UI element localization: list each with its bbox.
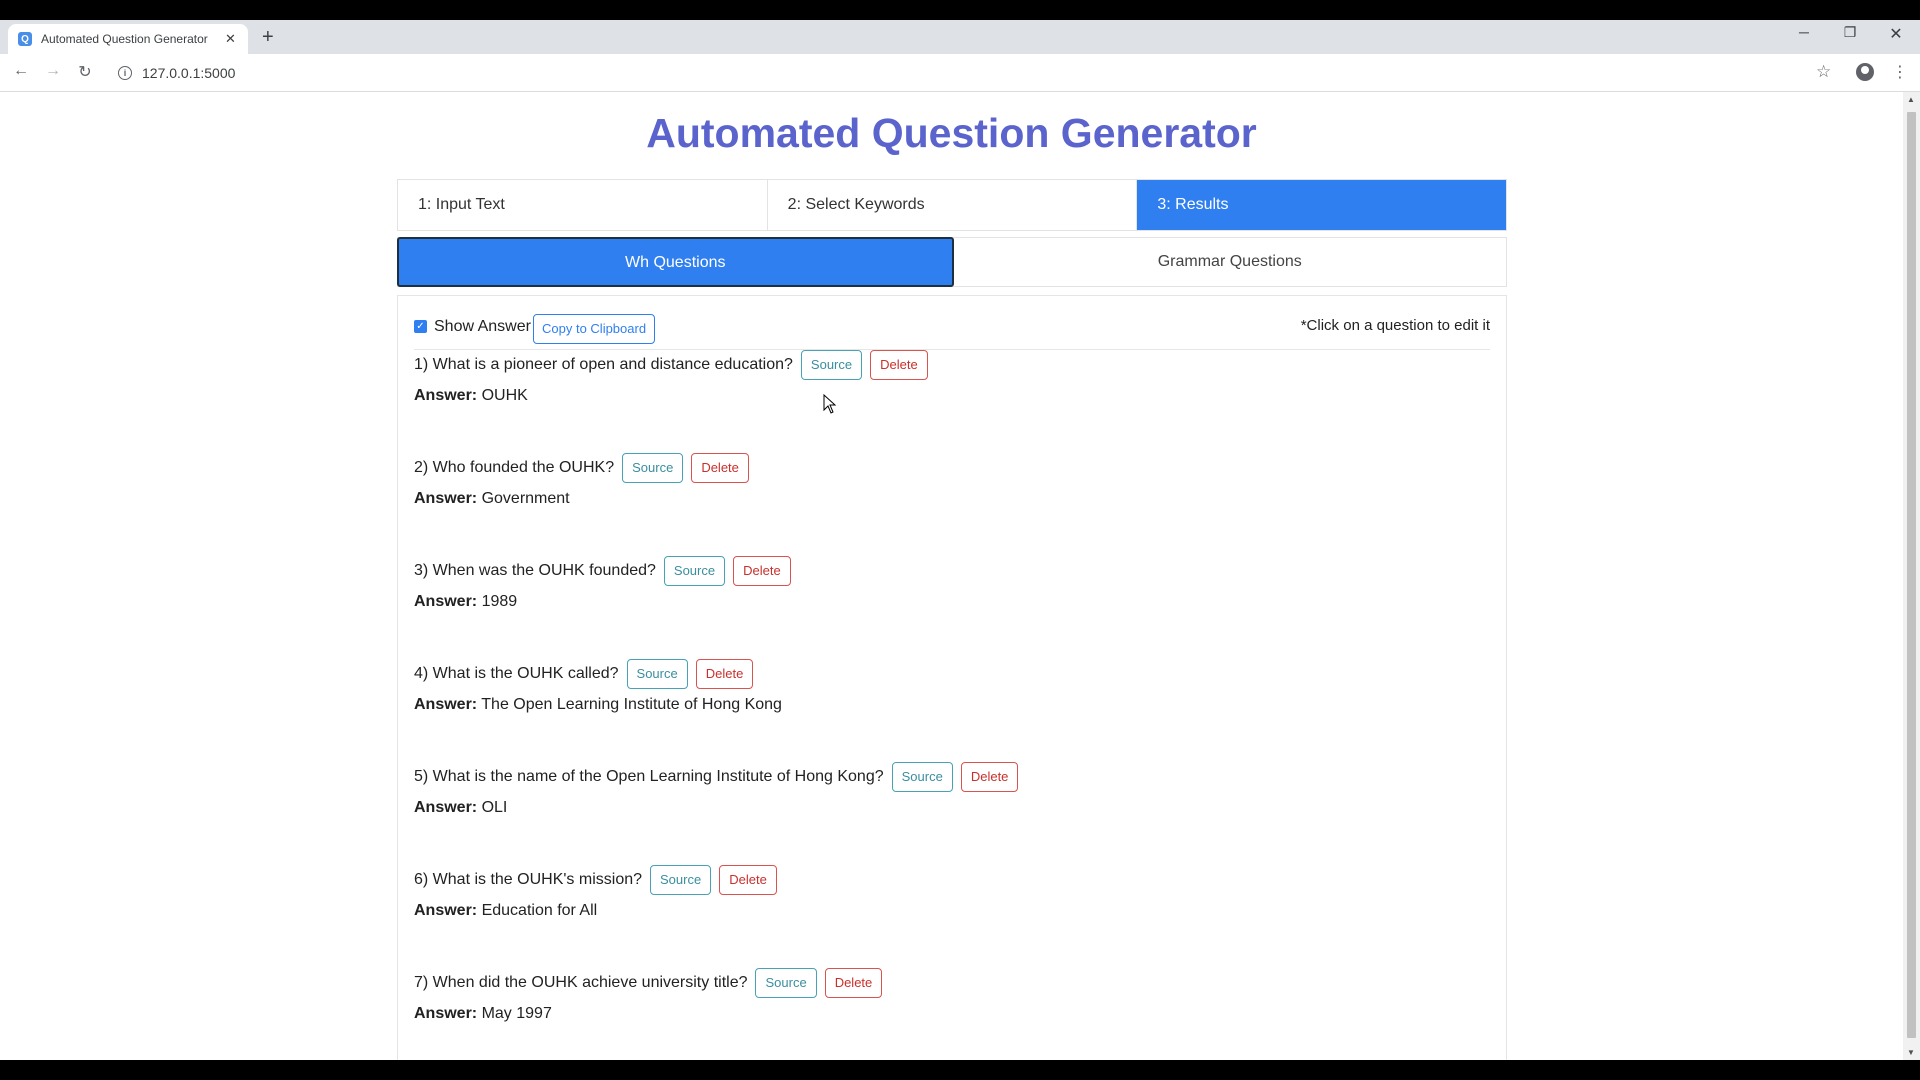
address-bar[interactable]: i 127.0.0.1:5000 bbox=[106, 58, 1816, 88]
delete-button[interactable]: Delete bbox=[695, 659, 754, 689]
results-card: ✓ Show Answer Copy to Clipboard *Click o… bbox=[397, 295, 1507, 1060]
browser-window: Q Automated Question Generator ✕ + ─ ❐ ✕… bbox=[0, 20, 1920, 1060]
show-answer-checkbox[interactable]: ✓ bbox=[414, 320, 427, 333]
question-text[interactable]: 7) When did the OUHK achieve university … bbox=[414, 974, 747, 992]
reload-icon[interactable]: ↻ bbox=[74, 62, 96, 82]
answer-prefix: Answer: bbox=[414, 1005, 478, 1022]
browser-tab[interactable]: Q Automated Question Generator ✕ bbox=[8, 24, 248, 54]
profile-icon[interactable] bbox=[1856, 63, 1874, 81]
menu-icon[interactable]: ⋮ bbox=[1892, 62, 1908, 82]
copy-to-clipboard-button[interactable]: Copy to Clipboard bbox=[533, 314, 656, 344]
answer-prefix: Answer: bbox=[414, 696, 478, 713]
question-item: 7) When did the OUHK achieve university … bbox=[414, 967, 1414, 1047]
star-icon[interactable]: ☆ bbox=[1816, 62, 1831, 82]
tab-grammar-questions[interactable]: Grammar Questions bbox=[954, 238, 1507, 286]
answer-text: May 1997 bbox=[481, 1005, 552, 1022]
answer-row: Answer: 1989 bbox=[414, 593, 1414, 611]
answer-row: Answer: Government bbox=[414, 490, 1414, 508]
question-item: 3) When was the OUHK founded? Source Delet… bbox=[414, 555, 1414, 635]
minimize-window-icon[interactable]: ─ bbox=[1784, 24, 1824, 40]
answer-text: Education for All bbox=[481, 902, 598, 919]
answer-text: 1989 bbox=[481, 593, 518, 610]
cursor-icon bbox=[823, 394, 837, 414]
answer-prefix: Answer: bbox=[414, 902, 478, 919]
question-text[interactable]: 6) What is the OUHK's mission? bbox=[414, 871, 642, 889]
step-input-text[interactable]: 1: Input Text bbox=[398, 180, 768, 230]
answer-row: Answer: The Open Learning Institute of H… bbox=[414, 696, 1414, 714]
question-row: 4) What is the OUHK called? Source Delete bbox=[414, 658, 1414, 690]
question-row: 6) What is the OUHK's mission? Source Dele… bbox=[414, 864, 1414, 896]
question-row: 3) When was the OUHK founded? Source Delet… bbox=[414, 555, 1414, 587]
delete-button[interactable]: Delete bbox=[733, 556, 791, 586]
browser-toolbar: ← → ↻ i 127.0.0.1:5000 ☆ ⋮ bbox=[0, 54, 1920, 92]
tab-strip: Q Automated Question Generator ✕ + ─ ❐ ✕ bbox=[0, 20, 1920, 54]
question-item: 4) What is the OUHK called? Source Delete A… bbox=[414, 658, 1414, 738]
favicon-icon: Q bbox=[18, 32, 32, 46]
question-text[interactable]: 1) What is a pioneer of open and distanc… bbox=[414, 356, 793, 374]
new-tab-button[interactable]: + bbox=[262, 27, 274, 47]
scrollbar[interactable]: ▲ ▼ bbox=[1903, 92, 1920, 1060]
screen: Q Automated Question Generator ✕ + ─ ❐ ✕… bbox=[0, 0, 1920, 1080]
answer-prefix: Answer: bbox=[414, 593, 478, 610]
question-item: 5) What is the name of the Open Learning… bbox=[414, 761, 1414, 841]
question-row: 7) When did the OUHK achieve university … bbox=[414, 967, 1414, 999]
back-icon[interactable]: ← bbox=[10, 62, 32, 80]
page-title: Automated Question Generator bbox=[646, 110, 1257, 156]
source-button[interactable]: Source bbox=[755, 968, 817, 998]
show-answer-label[interactable]: Show Answer bbox=[434, 318, 531, 336]
answer-row: Answer: OLI bbox=[414, 799, 1414, 817]
scrollbar-thumb[interactable] bbox=[1907, 112, 1916, 1038]
edit-hint: *Click on a question to edit it bbox=[1300, 317, 1490, 334]
step-results[interactable]: 3: Results bbox=[1137, 180, 1507, 230]
source-button[interactable]: Source bbox=[891, 762, 953, 792]
question-text[interactable]: 4) What is the OUHK called? bbox=[414, 665, 619, 683]
url-text: 127.0.0.1:5000 bbox=[142, 65, 236, 81]
delete-button[interactable]: Delete bbox=[870, 350, 928, 380]
answer-row: Answer: May 1997 bbox=[414, 1005, 1414, 1023]
question-text[interactable]: 2) Who founded the OUHK? bbox=[414, 459, 614, 477]
delete-button[interactable]: Delete bbox=[691, 453, 749, 483]
answer-prefix: Answer: bbox=[414, 387, 478, 404]
answer-text: Government bbox=[481, 490, 570, 507]
answer-row: Answer: OUHK bbox=[414, 387, 1414, 405]
scroll-up-icon[interactable]: ▲ bbox=[1907, 95, 1915, 104]
delete-button[interactable]: Delete bbox=[960, 762, 1019, 792]
question-text[interactable]: 3) When was the OUHK founded? bbox=[414, 562, 656, 580]
answer-row: Answer: Education for All bbox=[414, 902, 1414, 920]
answer-prefix: Answer: bbox=[414, 490, 478, 507]
question-row: 5) What is the name of the Open Learning… bbox=[414, 761, 1414, 793]
page-viewport: Automated Question Generator 1: Input Te… bbox=[0, 92, 1920, 1060]
delete-button[interactable]: Delete bbox=[719, 865, 777, 895]
source-button[interactable]: Source bbox=[663, 556, 726, 586]
close-tab-icon[interactable]: ✕ bbox=[225, 31, 236, 47]
answer-text: OLI bbox=[481, 799, 508, 816]
question-type-tabs: Wh Questions Grammar Questions bbox=[397, 237, 1507, 287]
answer-text: OUHK bbox=[481, 387, 528, 404]
question-text[interactable]: 5) What is the name of the Open Learning… bbox=[414, 768, 884, 786]
source-button[interactable]: Source bbox=[622, 453, 684, 483]
source-button[interactable]: Source bbox=[650, 865, 712, 895]
info-icon[interactable]: i bbox=[118, 66, 132, 80]
step-progress: 1: Input Text 2: Select Keywords 3: Resu… bbox=[397, 179, 1507, 231]
results-header: ✓ Show Answer Copy to Clipboard *Click o… bbox=[414, 306, 1490, 350]
restore-window-icon[interactable]: ❐ bbox=[1830, 24, 1870, 41]
answer-text: The Open Learning Institute of Hong Kong bbox=[481, 696, 782, 713]
forward-icon[interactable]: → bbox=[42, 62, 64, 80]
question-row: 2) Who founded the OUHK? Source Delete bbox=[414, 452, 1414, 484]
close-window-icon[interactable]: ✕ bbox=[1876, 24, 1916, 44]
tab-wh-questions[interactable]: Wh Questions bbox=[397, 237, 954, 287]
tab-title: Automated Question Generator bbox=[41, 32, 208, 46]
scroll-down-icon[interactable]: ▼ bbox=[1907, 1048, 1915, 1057]
step-select-keywords[interactable]: 2: Select Keywords bbox=[768, 180, 1138, 230]
source-button[interactable]: Source bbox=[800, 350, 863, 380]
question-item: 1) What is a pioneer of open and distanc… bbox=[414, 349, 1414, 429]
question-row: 1) What is a pioneer of open and distanc… bbox=[414, 349, 1414, 381]
source-button[interactable]: Source bbox=[626, 659, 688, 689]
question-item: 2) Who founded the OUHK? Source Delete Answ… bbox=[414, 452, 1414, 532]
question-item: 6) What is the OUHK's mission? Source Dele… bbox=[414, 864, 1414, 944]
delete-button[interactable]: Delete bbox=[824, 968, 883, 998]
answer-prefix: Answer: bbox=[414, 799, 478, 816]
